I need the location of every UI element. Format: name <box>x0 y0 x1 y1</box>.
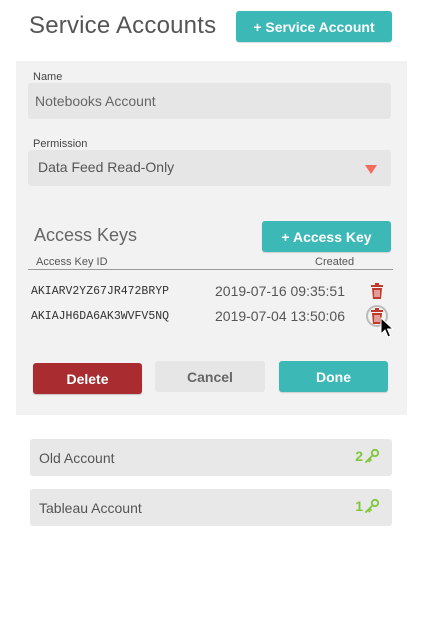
access-keys-title: Access Keys <box>34 225 138 245</box>
page-title: Service Accounts <box>29 12 217 39</box>
name-input[interactable] <box>28 83 391 119</box>
trash-icon[interactable] <box>368 282 386 300</box>
account-card-tableau-account[interactable]: Tableau Account 1 <box>30 489 392 526</box>
key-count: 2 <box>355 448 363 464</box>
key-icon <box>365 498 380 513</box>
key-count-badge: 1 <box>355 498 380 514</box>
name-label: Name <box>33 71 63 83</box>
done-button[interactable]: Done <box>279 361 388 392</box>
delete-button[interactable]: Delete <box>33 363 142 394</box>
permission-select[interactable]: Data Feed Read-Only <box>28 150 391 186</box>
chevron-down-icon <box>365 165 377 174</box>
account-card-old-account[interactable]: Old Account 2 <box>30 439 392 476</box>
account-name: Old Account <box>39 450 115 466</box>
access-key-created: 2019-07-16 09:35:51 <box>215 283 345 299</box>
name-field[interactable] <box>28 83 391 119</box>
column-header-key-id: Access Key ID <box>36 256 108 268</box>
add-access-key-button[interactable]: + Access Key <box>262 221 391 252</box>
service-account-editor: Name Permission Data Feed Read-Only Acce… <box>16 61 407 415</box>
key-icon <box>365 448 380 463</box>
mouse-cursor-icon <box>380 317 394 338</box>
page-header: Service Accounts + Service Account <box>0 0 423 56</box>
permission-value: Data Feed Read-Only <box>38 159 175 175</box>
access-key-created: 2019-07-04 13:50:06 <box>215 308 345 324</box>
account-name: Tableau Account <box>39 500 142 516</box>
permission-label: Permission <box>33 138 88 150</box>
key-count: 1 <box>355 498 363 514</box>
access-key-row: AKIAJH6DA6AK3WVFV5NQ 2019-07-04 13:50:06 <box>16 305 407 329</box>
add-service-account-button[interactable]: + Service Account <box>236 11 392 42</box>
table-header-divider <box>28 269 393 270</box>
access-key-row: AKIARV2YZ67JR472BRYP 2019-07-16 09:35:51 <box>16 280 407 304</box>
access-key-id: AKIAJH6DA6AK3WVFV5NQ <box>31 310 170 323</box>
cancel-button[interactable]: Cancel <box>155 361 265 392</box>
column-header-created: Created <box>315 256 355 268</box>
key-count-badge: 2 <box>355 448 380 464</box>
access-key-id: AKIARV2YZ67JR472BRYP <box>31 285 170 298</box>
